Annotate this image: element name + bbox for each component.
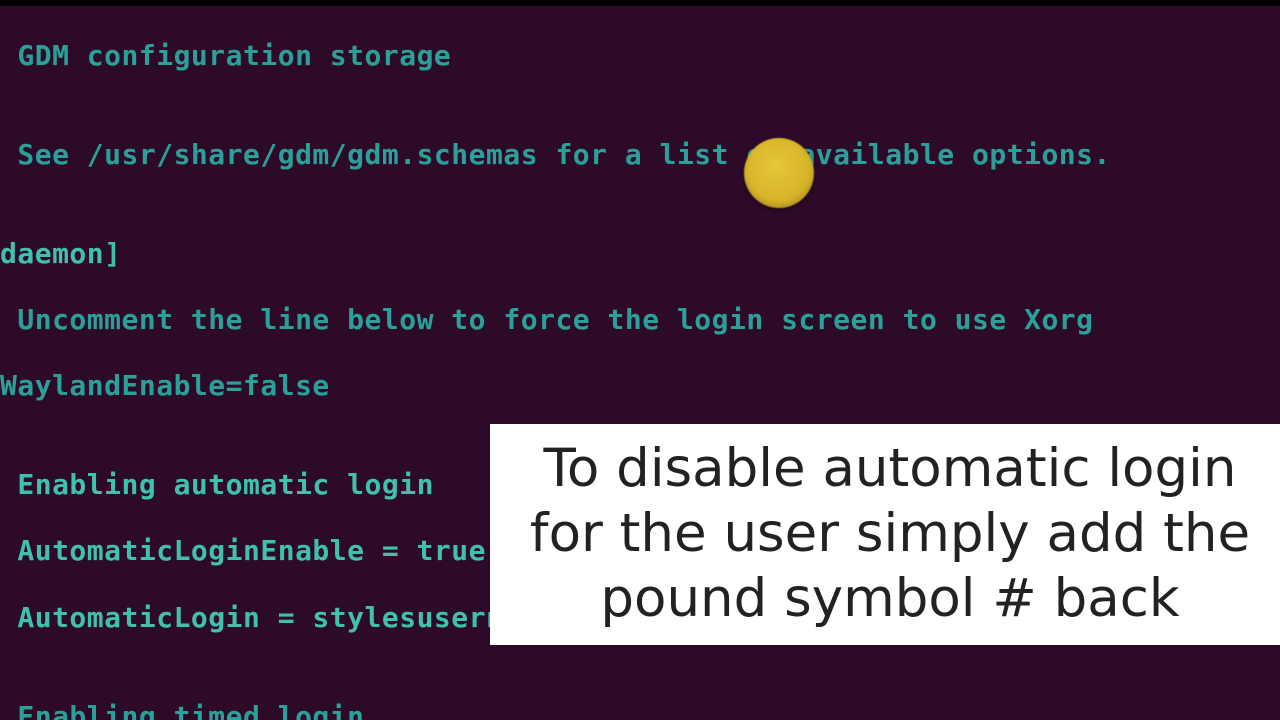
comment-line: Uncomment the line below to force the lo… — [0, 303, 1280, 336]
caption-overlay: To disable automatic login for the user … — [490, 424, 1280, 645]
comment-line: Enabling timed login — [0, 700, 1280, 720]
caption-text: To disable automatic login for the user … — [530, 438, 1250, 629]
config-line: GDM configuration storage — [0, 39, 1280, 72]
config-line: See /usr/share/gdm/gdm.schemas for a lis… — [0, 138, 1280, 171]
section-header: daemon] — [0, 237, 1280, 270]
config-line: WaylandEnable=false — [0, 369, 1280, 402]
highlight-pointer-icon — [744, 138, 814, 208]
terminal-window[interactable]: GDM configuration storage See /usr/share… — [0, 0, 1280, 720]
text-before-cursor: AutomaticLogin = stylesusernam — [0, 601, 538, 634]
